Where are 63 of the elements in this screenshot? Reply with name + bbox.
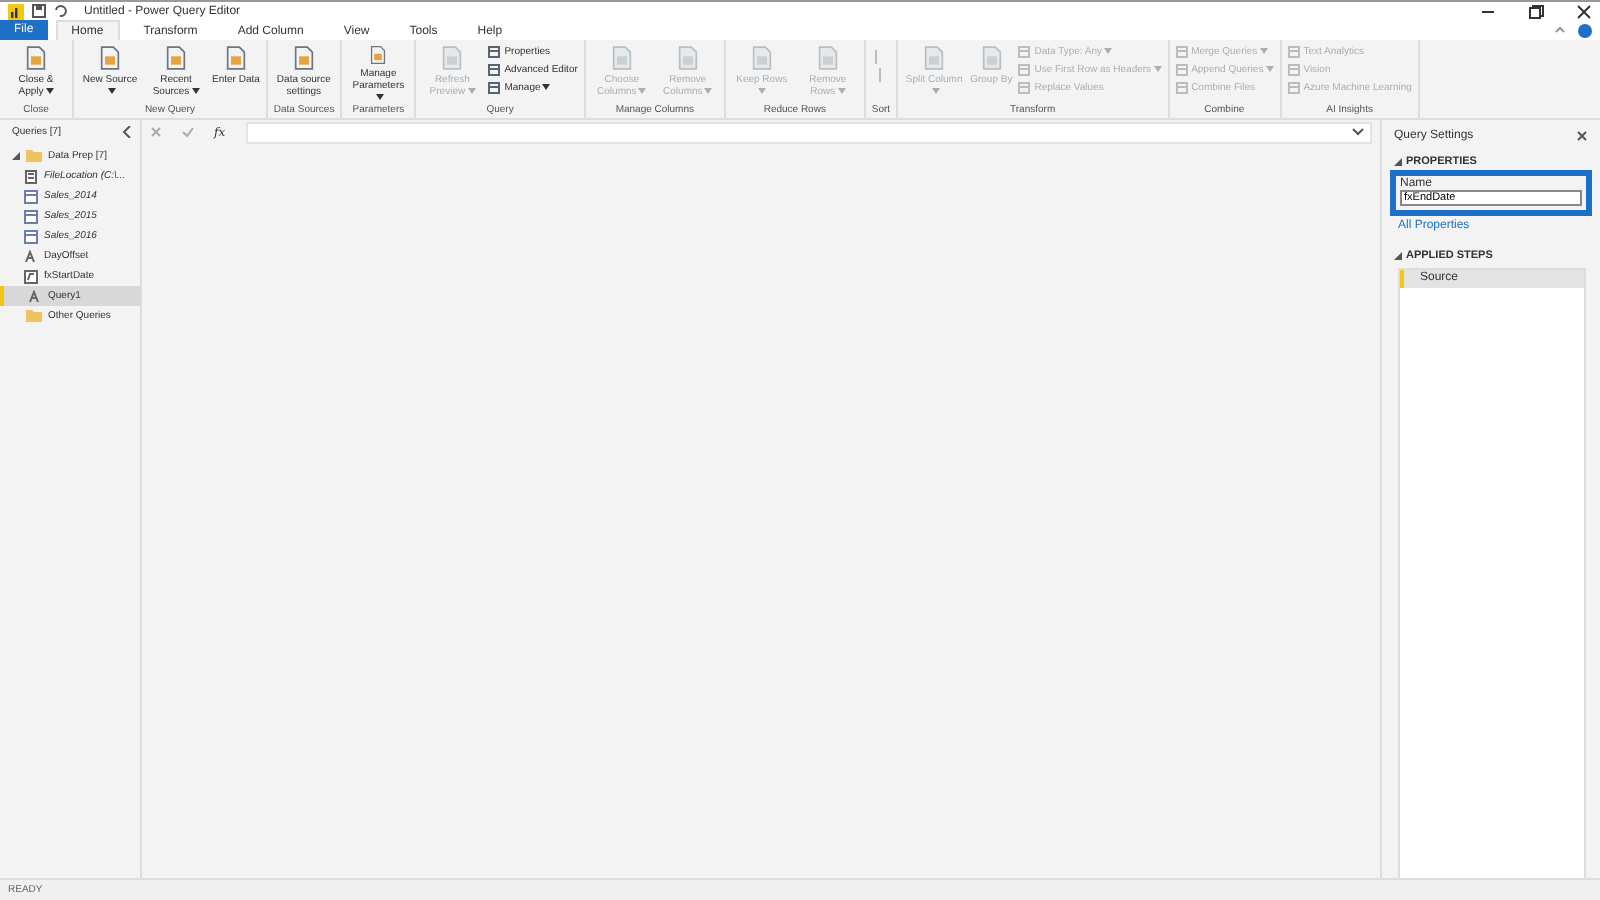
caret-icon: [704, 88, 713, 95]
caret-icon: [931, 88, 940, 95]
document-icon: [166, 46, 186, 70]
folder-icon: [26, 150, 42, 162]
document-icon: [26, 46, 46, 70]
document-icon: [981, 46, 1002, 70]
value-icon: [24, 249, 38, 263]
document-icon: [368, 46, 389, 64]
document-icon: [817, 46, 838, 70]
window-icon: [1175, 64, 1188, 76]
save-icon[interactable]: [32, 4, 46, 18]
check-icon[interactable]: [182, 126, 194, 138]
document-icon: [293, 46, 314, 70]
collapse-icon[interactable]: [1394, 252, 1402, 260]
function-icon: [24, 269, 38, 283]
window-icon: [1018, 64, 1031, 76]
window-icon: [488, 64, 501, 76]
collapse-pane-icon[interactable]: [122, 126, 132, 138]
restore-icon[interactable]: [1528, 3, 1544, 19]
expand-icon[interactable]: [1352, 127, 1364, 135]
document-icon: [677, 46, 698, 70]
window-icon: [1175, 82, 1188, 94]
caret-icon: [758, 88, 767, 95]
folder-icon: [26, 310, 42, 322]
close-icon[interactable]: [1576, 3, 1592, 19]
caret-icon: [1153, 66, 1162, 73]
caret-icon: [638, 88, 647, 95]
window-icon: [1287, 82, 1300, 94]
window-icon: [1018, 82, 1031, 94]
list-icon: [24, 169, 38, 183]
table-icon: [24, 189, 38, 203]
caret-icon: [467, 88, 476, 95]
document-icon: [751, 46, 772, 70]
window-icon: [1287, 46, 1300, 58]
collapse-icon[interactable]: [1394, 158, 1402, 166]
expand-icon[interactable]: [12, 152, 20, 160]
caret-icon: [1259, 48, 1268, 55]
app-logo-icon: [8, 3, 24, 19]
caret-icon: [837, 88, 846, 95]
value-icon: [28, 289, 42, 303]
caret-icon: [1265, 66, 1274, 73]
document-icon: [611, 46, 632, 70]
caret-icon: [1104, 48, 1113, 55]
document-icon: [225, 46, 246, 70]
close-icon[interactable]: [1576, 130, 1588, 142]
window-icon: [1018, 46, 1031, 58]
caret-icon: [375, 94, 384, 101]
document-icon: [924, 46, 945, 70]
table-icon: [24, 229, 38, 243]
document-icon: [100, 46, 120, 70]
undo-icon[interactable]: [54, 4, 68, 18]
window-icon: [1175, 46, 1188, 58]
table-icon: [24, 209, 38, 223]
window-icon: [488, 82, 501, 94]
caret-icon: [191, 88, 200, 95]
window-icon: [1287, 64, 1300, 76]
collapse-ribbon-icon[interactable]: [1554, 24, 1566, 36]
caret-icon: [542, 84, 551, 91]
formula-field[interactable]: [245, 121, 1372, 143]
caret-icon: [107, 88, 115, 95]
caret-icon: [45, 88, 54, 95]
window-icon: [488, 46, 501, 58]
document-icon: [442, 46, 463, 70]
